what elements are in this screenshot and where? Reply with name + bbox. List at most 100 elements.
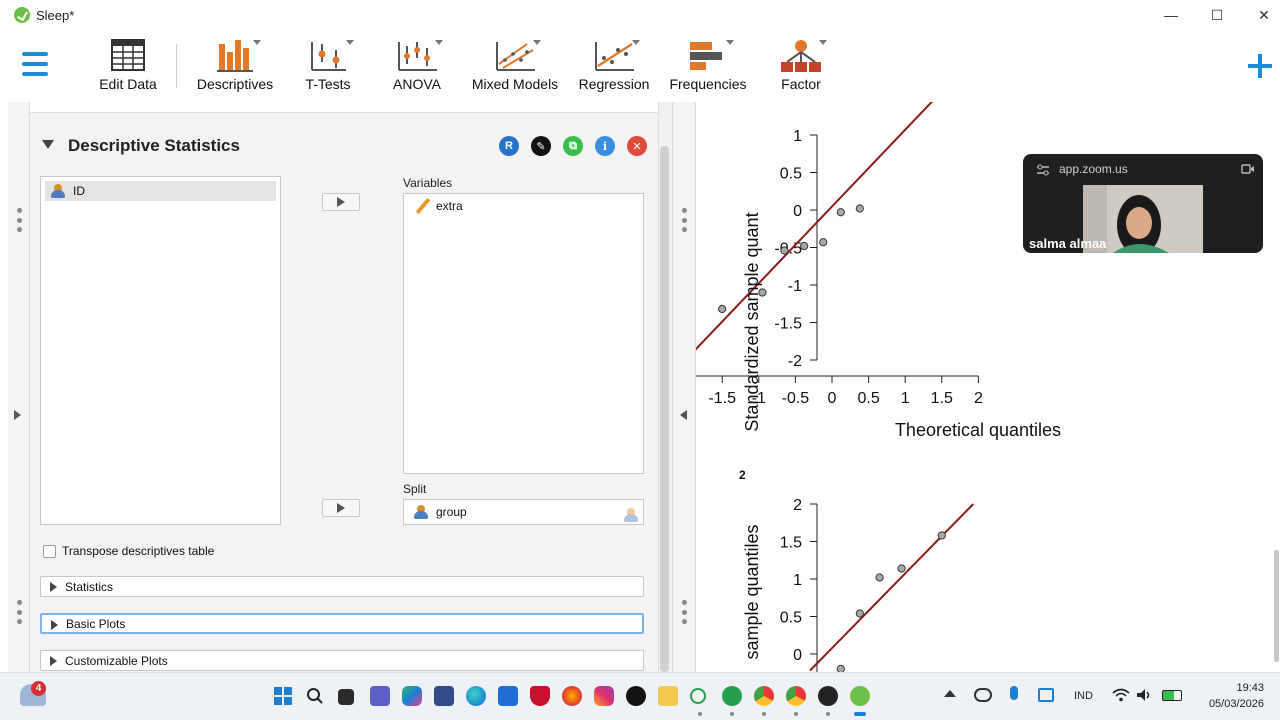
jasp-taskbar-icon[interactable] xyxy=(850,686,870,706)
minimize-button[interactable]: — xyxy=(1151,4,1191,26)
list-item[interactable]: ID xyxy=(45,181,276,201)
volume-icon[interactable] xyxy=(1136,688,1154,702)
zoom-video-overlay[interactable]: app.zoom.us salma almaa xyxy=(1023,154,1263,253)
data-panel-collapsed[interactable] xyxy=(8,102,30,672)
drag-handle-icon[interactable] xyxy=(681,208,687,232)
tiktok-icon[interactable] xyxy=(626,686,646,706)
available-variables-list[interactable]: ID xyxy=(40,176,281,525)
close-analysis-icon[interactable]: ✕ xyxy=(627,136,647,156)
show-hidden-icons-chevron-icon[interactable] xyxy=(944,690,956,697)
zoom-url: app.zoom.us xyxy=(1059,162,1128,176)
input-indicator-icon[interactable] xyxy=(1038,688,1054,702)
y-tick-label: 0.5 xyxy=(780,166,802,183)
office-app-icon[interactable] xyxy=(498,686,518,706)
running-indicator xyxy=(794,712,798,716)
options-scrollbar-thumb[interactable] xyxy=(660,146,669,672)
list-item[interactable]: group xyxy=(408,502,639,522)
drag-handle-icon[interactable] xyxy=(16,208,22,232)
ribbon-separator xyxy=(176,44,177,88)
search-icon[interactable] xyxy=(306,687,324,705)
chrome-icon[interactable] xyxy=(754,686,774,706)
ribbon-edit-data[interactable]: Edit Data xyxy=(96,38,160,92)
frequencies-icon xyxy=(690,42,722,70)
data-point xyxy=(800,241,809,251)
section-statistics[interactable]: Statistics xyxy=(40,576,644,597)
maximize-button[interactable]: ☐ xyxy=(1197,4,1237,26)
wifi-icon[interactable] xyxy=(1112,688,1130,702)
data-point xyxy=(836,208,845,217)
title-bar: Sleep* — ☐ ✕ xyxy=(0,0,1280,30)
mcafee-icon[interactable] xyxy=(530,686,550,706)
copilot-icon[interactable] xyxy=(402,686,422,706)
drag-handle-icon[interactable] xyxy=(681,600,687,624)
ribbon-mixed-models[interactable]: Mixed Models xyxy=(468,38,562,92)
hamburger-menu-icon[interactable] xyxy=(22,52,48,78)
x-tick-label: 1.5 xyxy=(931,390,953,407)
data-point xyxy=(875,573,884,582)
section-customizable-plots[interactable]: Customizable Plots xyxy=(40,650,644,671)
microphone-icon[interactable] xyxy=(1010,686,1018,700)
add-module-plus-icon[interactable] xyxy=(1246,52,1274,80)
ribbon-frequencies[interactable]: Frequencies xyxy=(666,38,750,92)
chevron-down-icon xyxy=(632,40,640,45)
transpose-checkbox[interactable] xyxy=(43,545,56,558)
x-tick-label: 1 xyxy=(901,390,910,407)
nominal-variable-icon xyxy=(414,505,428,519)
chrome-profile-icon[interactable] xyxy=(786,686,806,706)
firefox-icon[interactable] xyxy=(562,686,582,706)
move-to-split-button[interactable] xyxy=(322,499,360,517)
file-explorer-icon[interactable] xyxy=(658,686,678,706)
duplicate-copy-icon[interactable]: ⧉ xyxy=(563,136,583,156)
ttest-icon xyxy=(311,42,346,71)
sliders-icon[interactable] xyxy=(1035,163,1051,177)
variables-list[interactable]: extra xyxy=(403,193,644,474)
ribbon-toolbar: Edit Data Descriptives T-Tests ANOVA Mix… xyxy=(0,30,1280,102)
ribbon-regression[interactable]: Regression xyxy=(574,38,654,92)
reference-line xyxy=(809,503,974,672)
info-icon[interactable]: i xyxy=(595,136,615,156)
clock-time[interactable]: 19:43 xyxy=(1200,682,1264,694)
ribbon-t-tests[interactable]: T-Tests xyxy=(302,38,354,92)
ribbon-descriptives[interactable]: Descriptives xyxy=(192,38,278,92)
expand-arrow-icon[interactable] xyxy=(14,410,21,420)
camera-icon[interactable] xyxy=(1241,163,1255,175)
data-point xyxy=(855,609,864,618)
ribbon-factor[interactable]: Factor xyxy=(774,38,828,92)
whatsapp-web-icon[interactable] xyxy=(690,688,706,704)
r-syntax-button[interactable]: R xyxy=(499,136,519,156)
clock-date[interactable]: 05/03/2026 xyxy=(1196,698,1264,710)
edge-browser-icon[interactable] xyxy=(466,686,486,706)
chevron-down-icon xyxy=(819,40,827,45)
instagram-icon[interactable] xyxy=(594,686,614,706)
split-list[interactable]: group xyxy=(403,499,644,525)
data-point xyxy=(937,531,946,540)
onedrive-cloud-icon[interactable] xyxy=(974,688,992,702)
windows-start-icon[interactable] xyxy=(274,687,292,705)
edit-title-pencil-icon[interactable]: ✎ xyxy=(531,136,551,156)
active-indicator xyxy=(854,712,866,716)
battery-icon[interactable] xyxy=(1162,690,1182,701)
table-icon xyxy=(111,39,145,71)
notification-badge: 4 xyxy=(31,681,46,696)
store-icon[interactable] xyxy=(434,686,454,706)
obs-icon[interactable] xyxy=(818,686,838,706)
list-item[interactable]: extra xyxy=(408,196,639,216)
split-label: Split xyxy=(403,482,427,496)
results-scrollbar-thumb[interactable] xyxy=(1274,550,1279,662)
whatsapp-icon[interactable] xyxy=(722,686,742,706)
drag-handle-icon[interactable] xyxy=(16,600,22,624)
collapse-arrow-icon[interactable] xyxy=(42,140,54,149)
language-indicator[interactable]: IND xyxy=(1074,690,1093,702)
transpose-label: Transpose descriptives table xyxy=(62,544,215,558)
plot-heading: 2 xyxy=(739,468,746,482)
panel-splitter[interactable] xyxy=(672,102,696,672)
teams-icon[interactable] xyxy=(370,686,390,706)
ribbon-anova[interactable]: ANOVA xyxy=(390,38,444,92)
mixed-models-icon xyxy=(496,42,535,71)
data-point xyxy=(897,564,906,573)
task-view-icon[interactable] xyxy=(338,689,354,705)
collapse-left-arrow-icon[interactable] xyxy=(680,410,687,420)
section-basic-plots[interactable]: Basic Plots xyxy=(40,613,644,634)
close-window-button[interactable]: ✕ xyxy=(1244,4,1280,26)
move-to-variables-button[interactable] xyxy=(322,193,360,211)
